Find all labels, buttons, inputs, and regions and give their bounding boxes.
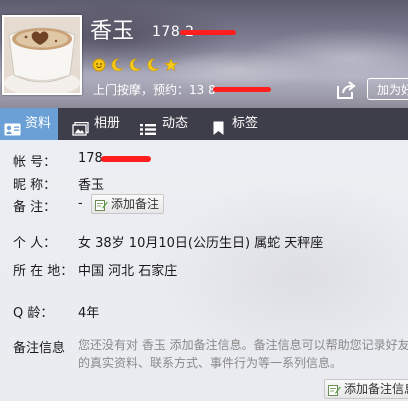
nickname-label: 昵 称： [13,178,57,193]
add-note-info-button[interactable]: 添加备注信息 [324,379,408,399]
tab-label: 相册 [94,116,121,131]
moon-level-icon [110,57,124,76]
share-button[interactable] [335,80,357,100]
note-info-text: 的真实资料、联系方式、事件行为等一系列信息。 [78,356,343,370]
remark-label: 备 注： [13,200,57,215]
star-level-icon [163,57,179,76]
add-note-info-label: 添加备注信息 [344,382,408,396]
add-friend-button[interactable]: 加为好友 [367,78,408,100]
profile-details-panel: 帐 号： 178 昵 称： 香玉 备 注： - 添加备注 个 人： 女 38岁 … [0,140,408,401]
nickname-value: 香玉 [78,178,105,193]
remark-value: - [78,196,83,211]
tab-label: 标签 [232,116,259,131]
location-label: 所 在 地： [13,264,74,279]
tab-feed[interactable]: 动态 [136,108,200,140]
tab-profile[interactable]: 资料 [0,108,58,140]
add-remark-label: 添加备注 [111,197,160,211]
tab-label: 资料 [25,116,52,131]
avatar[interactable] [2,15,82,95]
qage-label: Q 龄： [13,306,54,321]
edit-note-icon [95,198,108,216]
redaction-mark [101,156,151,162]
tab-tags[interactable]: 标签 [207,108,267,140]
moon-level-icon [146,57,160,76]
note-info-text: 您还没有对 香玉 添加备注信息。备注信息可以帮助您记录好友 [78,338,408,352]
edit-note-icon [328,383,341,401]
account-label: 帐 号： [13,155,57,170]
personal-value: 女 38岁 10月10日(公历生日) 属蛇 天秤座 [78,236,324,251]
note-info-label: 备注信息 [13,341,66,356]
sun-level-icon [92,57,106,76]
qage-value: 4年 [78,306,100,321]
account-value: 178 [78,151,103,166]
add-remark-button[interactable]: 添加备注 [91,194,165,216]
profile-header: 香玉 178 2 上门按摩，预约：13 8 加为好友 [0,0,408,108]
tab-label: 动态 [162,116,189,131]
coffee-cup-avatar-image [4,17,80,93]
personal-label: 个 人： [13,236,57,251]
redaction-mark [180,30,236,35]
profile-tab-bar: 资料 相册 动态 标签 [0,108,408,140]
location-value: 中国 河北 石家庄 [78,264,178,279]
share-icon [337,81,356,99]
redaction-mark [213,87,271,92]
tab-album[interactable]: 相册 [68,108,132,140]
signature: 上门按摩，预约：13 8 [93,83,216,97]
moon-level-icon [128,57,142,76]
nickname: 香玉 [90,19,135,44]
